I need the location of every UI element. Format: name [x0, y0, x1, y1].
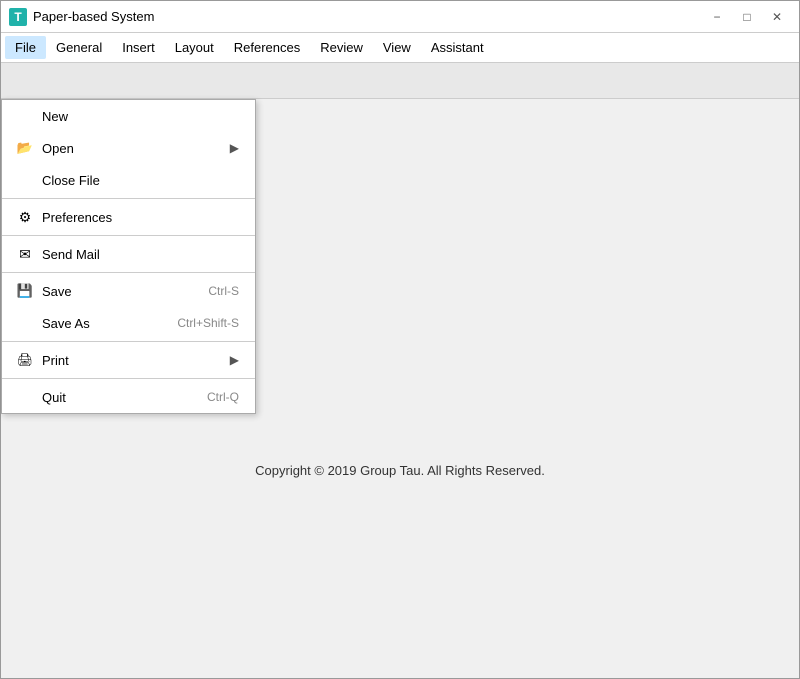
save-as-shortcut: Ctrl+Shift-S — [177, 316, 239, 330]
menu-item-save[interactable]: Save Ctrl-S — [2, 275, 255, 307]
print-label: Print — [42, 353, 230, 368]
save-as-label: Save As — [42, 316, 161, 331]
menu-item-preferences[interactable]: Preferences — [2, 201, 255, 233]
save-label: Save — [42, 284, 192, 299]
new-label: New — [42, 109, 239, 124]
open-icon — [14, 140, 36, 156]
menu-item-open[interactable]: Open ▶ — [2, 132, 255, 164]
menu-layout[interactable]: Layout — [165, 36, 224, 59]
mail-icon — [14, 246, 36, 263]
save-icon — [14, 283, 36, 299]
menu-item-send-mail[interactable]: Send Mail — [2, 238, 255, 270]
gear-icon — [14, 209, 36, 226]
quit-shortcut: Ctrl-Q — [207, 390, 239, 404]
title-bar: T Paper-based System − □ ✕ — [1, 1, 799, 33]
save-shortcut: Ctrl-S — [208, 284, 239, 298]
minimize-button[interactable]: − — [703, 3, 731, 31]
copyright-text: Copyright © 2019 Group Tau. All Rights R… — [1, 463, 799, 478]
menu-references[interactable]: References — [224, 36, 310, 59]
send-mail-label: Send Mail — [42, 247, 239, 262]
separator-2 — [2, 235, 255, 236]
open-arrow: ▶ — [230, 141, 239, 155]
toolbar — [1, 63, 799, 99]
menu-item-quit[interactable]: Quit Ctrl-Q — [2, 381, 255, 413]
app-icon: T — [9, 8, 27, 26]
file-dropdown-menu: New Open ▶ Close File Preferences — [1, 99, 256, 414]
close-button[interactable]: ✕ — [763, 3, 791, 31]
content-area: New Open ▶ Close File Preferences — [1, 99, 799, 678]
menu-file[interactable]: File — [5, 36, 46, 59]
maximize-button[interactable]: □ — [733, 3, 761, 31]
menu-insert[interactable]: Insert — [112, 36, 165, 59]
menu-item-close-file[interactable]: Close File — [2, 164, 255, 196]
print-arrow: ▶ — [230, 353, 239, 367]
menu-item-new[interactable]: New — [2, 100, 255, 132]
menu-item-print[interactable]: Print ▶ — [2, 344, 255, 376]
open-label: Open — [42, 141, 230, 156]
menu-view[interactable]: View — [373, 36, 421, 59]
separator-5 — [2, 378, 255, 379]
menu-item-save-as[interactable]: Save As Ctrl+Shift-S — [2, 307, 255, 339]
quit-label: Quit — [42, 390, 191, 405]
close-file-label: Close File — [42, 173, 239, 188]
main-window: T Paper-based System − □ ✕ File General … — [0, 0, 800, 679]
menu-general[interactable]: General — [46, 36, 112, 59]
preferences-label: Preferences — [42, 210, 239, 225]
window-controls: − □ ✕ — [703, 3, 791, 31]
separator-1 — [2, 198, 255, 199]
window-title: Paper-based System — [33, 9, 703, 24]
menu-assistant[interactable]: Assistant — [421, 36, 494, 59]
separator-3 — [2, 272, 255, 273]
print-icon — [14, 352, 36, 368]
separator-4 — [2, 341, 255, 342]
menu-bar: File General Insert Layout References Re… — [1, 33, 799, 63]
menu-review[interactable]: Review — [310, 36, 373, 59]
